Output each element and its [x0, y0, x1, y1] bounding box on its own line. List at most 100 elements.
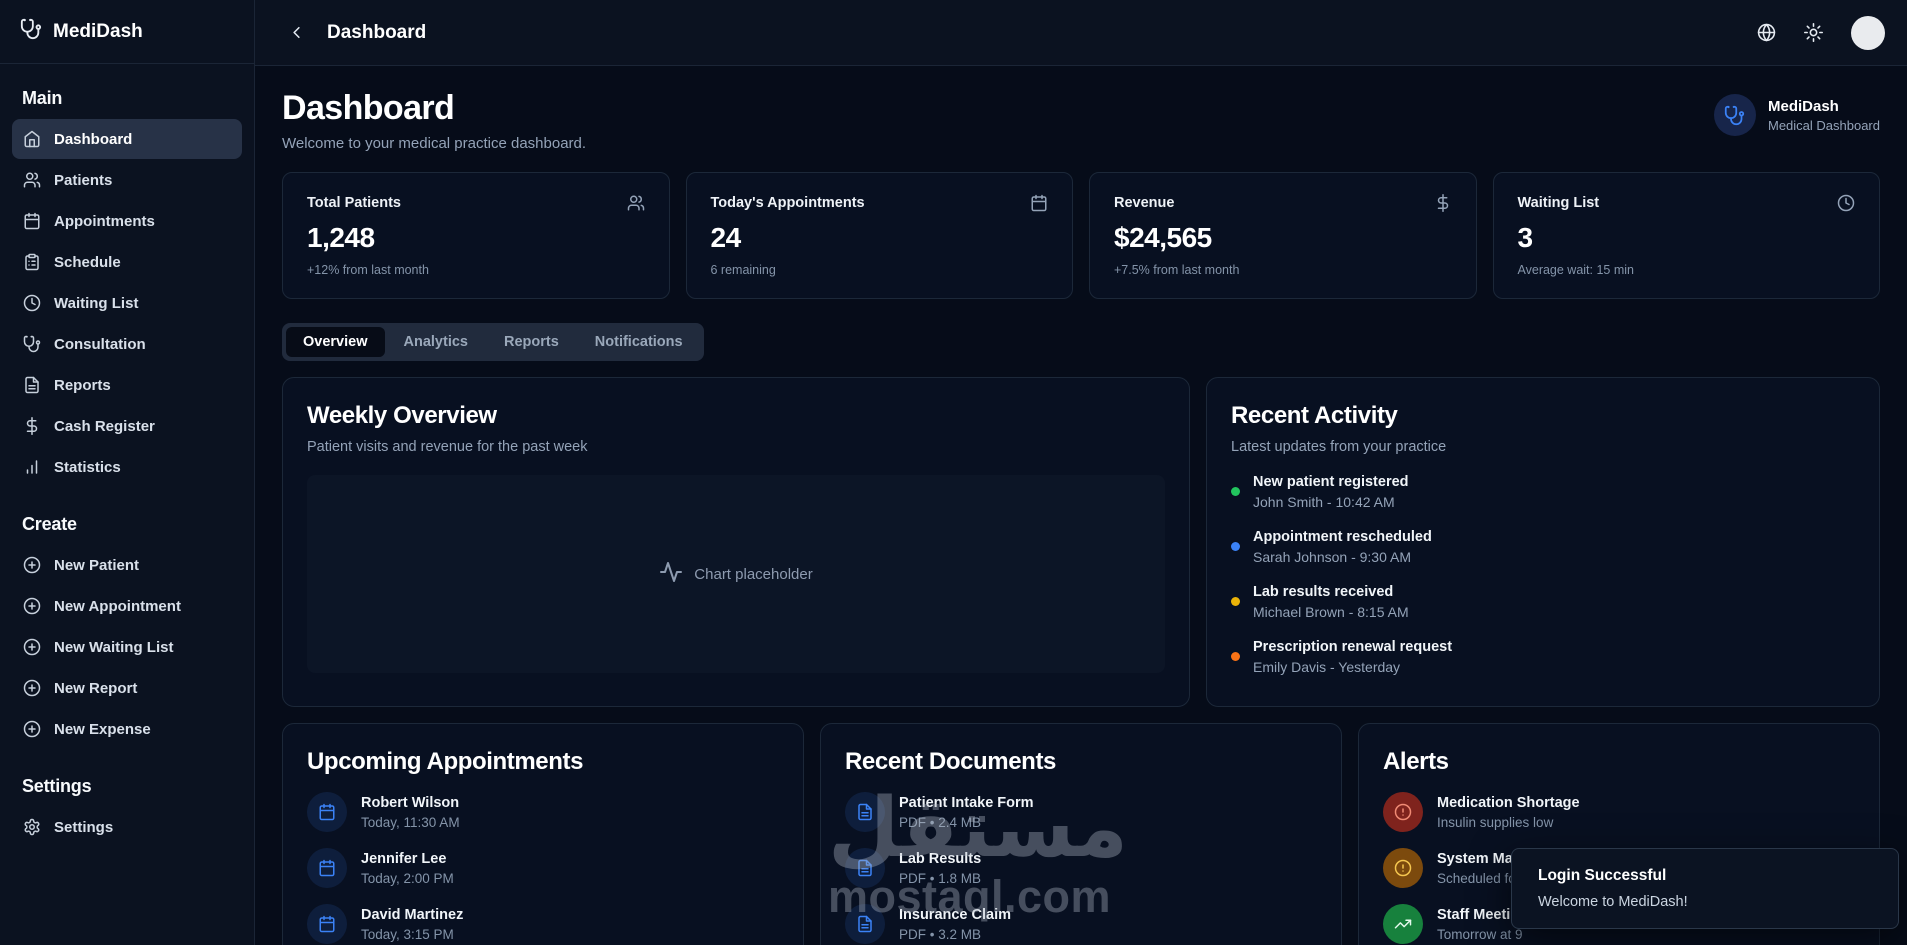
upcoming-appointments-card: Upcoming Appointments Robert Wilson Today… — [282, 723, 804, 945]
activity-title: New patient registered — [1253, 474, 1409, 490]
stat-subtext: Average wait: 15 min — [1517, 263, 1635, 277]
file-icon — [845, 848, 885, 888]
stat-card-header: Revenue — [1114, 194, 1452, 212]
activity-text: Appointment rescheduled Sarah Johnson - 9… — [1253, 529, 1432, 565]
activity-item: Appointment rescheduled Sarah Johnson - 9… — [1231, 529, 1855, 565]
calendar-icon — [1031, 194, 1047, 212]
sidebar-item-cash-register[interactable]: Cash Register — [12, 406, 242, 446]
brand-badge: MediDash Medical Dashboard — [1713, 94, 1880, 136]
sidebar-item-consultation[interactable]: Consultation — [12, 324, 242, 364]
stethoscope-icon — [20, 18, 42, 46]
sidebar-item-new-waiting-list[interactable]: New Waiting List — [12, 627, 242, 667]
list-item-subtext: Today, 11:30 AM — [361, 814, 460, 830]
stat-card-total-patients: Total Patients 1,248 +12% from last month — [282, 172, 670, 299]
list-item-subtext: PDF • 2.4 MB — [899, 814, 981, 830]
sidebar-item-new-appointment[interactable]: New Appointment — [12, 586, 242, 626]
brand-subtitle: Medical Dashboard — [1767, 117, 1880, 133]
status-dot — [1231, 487, 1240, 496]
alert-circle-icon — [1383, 848, 1423, 888]
appointment-row[interactable]: Jennifer Lee Today, 2:00 PM — [307, 848, 779, 888]
alert-circle-icon — [1383, 792, 1423, 832]
main-column: Dashboard Dashboard Welcome to your medi… — [255, 0, 1907, 945]
file-icon — [858, 859, 872, 877]
list-item-text: Patient Intake Form PDF • 2.4 MB — [899, 795, 1034, 830]
recent-documents-list: Patient Intake Form PDF • 2.4 MB Lab Resul… — [845, 792, 1317, 944]
theme-toggle-button[interactable] — [1804, 23, 1823, 42]
calendar-icon — [319, 859, 335, 877]
sidebar-item-label: New Appointment — [54, 597, 181, 615]
list-item-title: Robert Wilson — [361, 794, 460, 811]
activity-subtext: Emily Davis - Yesterday — [1253, 659, 1401, 675]
sidebar-item-label: Reports — [54, 376, 111, 394]
login-toast[interactable]: Login Successful Welcome to MediDash! — [1511, 848, 1899, 929]
stats-grid: Total Patients 1,248 +12% from last month T… — [282, 172, 1880, 299]
sidebar-item-label: New Patient — [54, 556, 140, 574]
app-logo[interactable]: MediDash — [0, 0, 254, 64]
stat-value: 3 — [1517, 222, 1534, 253]
sidebar-item-dashboard[interactable]: Dashboard — [12, 119, 242, 159]
nav-section-gap — [12, 488, 242, 502]
language-button[interactable] — [1757, 23, 1776, 42]
sidebar-item-label: Schedule — [54, 253, 121, 271]
tab-overview[interactable]: Overview — [286, 327, 385, 357]
users-icon — [23, 172, 41, 188]
sidebar-item-label: New Expense — [54, 720, 151, 738]
middle-grid: Weekly Overview Patient visits and reven… — [282, 377, 1880, 707]
stat-label: Revenue — [1114, 195, 1175, 211]
list-item-title: Jennifer Lee — [361, 850, 447, 867]
avatar[interactable] — [1851, 15, 1885, 50]
appointment-row[interactable]: Robert Wilson Today, 11:30 AM — [307, 792, 779, 832]
sidebar-item-label: Consultation — [54, 335, 146, 353]
plus-circle-icon — [23, 556, 41, 574]
alerts-title: Alerts — [1383, 748, 1449, 775]
alert-circle-icon — [1394, 803, 1412, 821]
activity-item: Prescription renewal request Emily Davis … — [1231, 639, 1855, 675]
sidebar-item-patients[interactable]: Patients — [12, 160, 242, 200]
list-item-text: David Martinez Today, 3:15 PM — [361, 907, 463, 942]
stat-card-header: Total Patients — [307, 194, 645, 212]
tab-notifications[interactable]: Notifications — [578, 327, 700, 357]
calendar-icon — [307, 904, 347, 944]
tabs: Overview Analytics Reports Notifications — [282, 323, 704, 361]
list-item-text: Insurance Claim PDF • 3.2 MB — [899, 907, 1011, 942]
toast-title: Login Successful — [1538, 867, 1667, 884]
clipboard-icon — [25, 253, 39, 271]
list-item-title: Lab Results — [899, 850, 982, 867]
back-button[interactable] — [281, 18, 311, 48]
sidebar-item-settings[interactable]: Settings — [12, 807, 242, 847]
alert-title: Medication Shortage — [1437, 794, 1580, 811]
document-row[interactable]: Patient Intake Form PDF • 2.4 MB — [845, 792, 1317, 832]
list-item-text: Robert Wilson Today, 11:30 AM — [361, 795, 460, 830]
document-row[interactable]: Insurance Claim PDF • 3.2 MB — [845, 904, 1317, 944]
sidebar-item-schedule[interactable]: Schedule — [12, 242, 242, 282]
stat-value: 24 — [710, 222, 742, 253]
activity-icon — [659, 560, 683, 588]
document-row[interactable]: Lab Results PDF • 1.8 MB — [845, 848, 1317, 888]
sidebar-item-new-expense[interactable]: New Expense — [12, 709, 242, 749]
alert-subtext: Insulin supplies low — [1437, 814, 1554, 830]
stethoscope-icon — [1725, 105, 1745, 125]
appointment-row[interactable]: David Martinez Today, 3:15 PM — [307, 904, 779, 944]
sidebar-item-statistics[interactable]: Statistics — [12, 447, 242, 487]
page-header: Dashboard Welcome to your medical practi… — [282, 88, 1880, 152]
sidebar-item-reports[interactable]: Reports — [12, 365, 242, 405]
tab-reports[interactable]: Reports — [487, 327, 576, 357]
nav-section-title-create: Create — [22, 514, 77, 534]
gear-icon — [24, 818, 40, 836]
page-subtitle: Welcome to your medical practice dashboa… — [282, 135, 587, 152]
file-icon — [858, 915, 872, 933]
sidebar-item-new-patient[interactable]: New Patient — [12, 545, 242, 585]
sidebar-item-appointments[interactable]: Appointments — [12, 201, 242, 241]
file-icon — [25, 376, 39, 394]
activity-subtext: John Smith - 10:42 AM — [1253, 494, 1395, 510]
sidebar-item-label: New Waiting List — [54, 638, 174, 656]
recent-activity-title: Recent Activity — [1231, 402, 1398, 429]
page-title: Dashboard — [282, 89, 455, 127]
stethoscope-icon — [20, 18, 42, 39]
sidebar-item-waiting-list[interactable]: Waiting List — [12, 283, 242, 323]
sun-icon — [1804, 23, 1823, 42]
calendar-icon — [319, 803, 335, 821]
sidebar-item-new-report[interactable]: New Report — [12, 668, 242, 708]
tab-analytics[interactable]: Analytics — [387, 327, 485, 357]
stat-label: Waiting List — [1517, 195, 1600, 211]
